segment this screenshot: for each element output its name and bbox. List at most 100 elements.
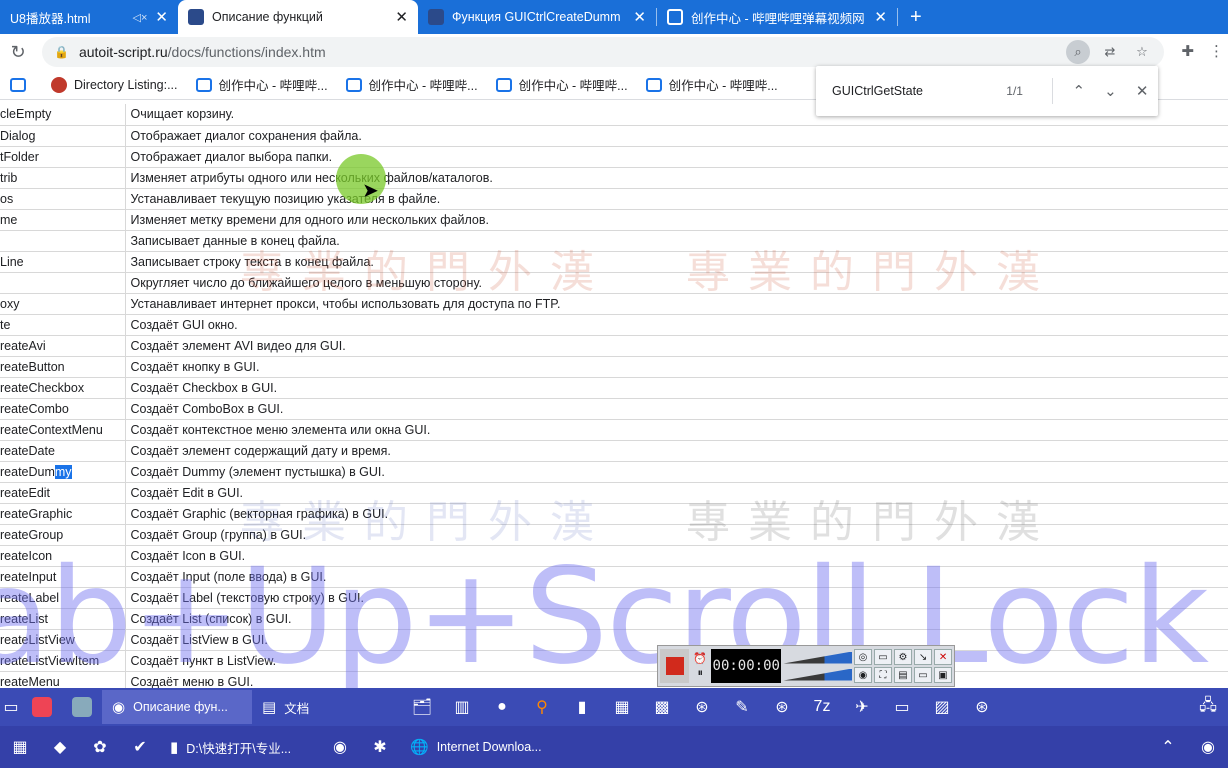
- star-icon[interactable]: ☆: [1130, 40, 1154, 64]
- function-name-cell[interactable]: oxy: [0, 293, 126, 315]
- translate-icon[interactable]: ⇄: [1098, 40, 1122, 64]
- chrome-icon[interactable]: ◉: [320, 728, 360, 766]
- function-name[interactable]: te: [0, 318, 10, 332]
- region-icon[interactable]: ◉: [854, 667, 873, 683]
- app-icon[interactable]: ▨: [922, 688, 962, 726]
- close-icon[interactable]: ✕: [934, 649, 953, 665]
- up-icon[interactable]: ⊛: [682, 688, 722, 726]
- app-icon[interactable]: ▩: [642, 688, 682, 726]
- screen-icon[interactable]: ▣: [934, 667, 953, 683]
- taskbar-chrome-window[interactable]: ◉ Описание фун...: [102, 690, 252, 724]
- function-name[interactable]: reateLabel: [0, 591, 59, 605]
- taskbar-idm-window[interactable]: 🌐 Internet Downloa...: [400, 730, 560, 764]
- bookmark-apps[interactable]: [10, 77, 33, 92]
- app-icon[interactable]: ✿: [80, 728, 120, 766]
- settings-icon[interactable]: ⚙: [894, 649, 913, 665]
- app-icon[interactable]: ✎: [722, 688, 762, 726]
- function-name-cell[interactable]: Dialog: [0, 125, 126, 147]
- chevron-up-icon[interactable]: ⌃: [1148, 728, 1188, 766]
- function-name[interactable]: me: [0, 213, 17, 227]
- function-name-cell[interactable]: me: [0, 209, 126, 231]
- app-icon[interactable]: 🗂: [402, 688, 442, 726]
- function-name[interactable]: reateListViewItem: [0, 654, 99, 668]
- function-name[interactable]: reateGroup: [0, 528, 63, 542]
- mute-icon[interactable]: ◁×: [133, 11, 148, 24]
- webcam-icon[interactable]: ◎: [854, 649, 873, 665]
- calendar-icon[interactable]: ▦: [0, 728, 40, 766]
- address-bar[interactable]: 🔒 autoit-script.ru/docs/functions/index.…: [42, 37, 1164, 67]
- function-name-cell[interactable]: Line: [0, 251, 126, 273]
- close-icon[interactable]: ✕: [633, 8, 646, 26]
- bookmark-directory-listing[interactable]: Directory Listing:...: [51, 76, 178, 93]
- function-name[interactable]: reateDum: [0, 465, 55, 479]
- close-icon[interactable]: ✕: [395, 8, 408, 26]
- function-name[interactable]: reateList: [0, 612, 48, 626]
- bookmark-creator-4[interactable]: 创作中心 - 哔哩哔...: [645, 75, 778, 94]
- lock-icon[interactable]: 🔒: [54, 45, 69, 59]
- function-name[interactable]: reateButton: [0, 360, 65, 374]
- function-name-cell[interactable]: reateEdit: [0, 482, 126, 504]
- find-prev-icon[interactable]: ⌃: [1063, 82, 1095, 100]
- fullscreen-icon[interactable]: ⛶: [874, 667, 893, 683]
- function-name[interactable]: reateMenu: [0, 675, 60, 689]
- record-icon[interactable]: ◉: [1188, 728, 1228, 766]
- function-name-cell[interactable]: reateDate: [0, 440, 126, 462]
- app-icon[interactable]: ▦: [602, 688, 642, 726]
- function-name[interactable]: reateListView: [0, 633, 75, 647]
- function-name[interactable]: reateCombo: [0, 402, 69, 416]
- app-icon[interactable]: ✈: [842, 688, 882, 726]
- tab-guictrlcreatedummy[interactable]: Функция GUICtrlCreateDumm ✕: [418, 0, 656, 34]
- function-name[interactable]: reateAvi: [0, 339, 46, 353]
- function-name-cell[interactable]: reateContextMenu: [0, 419, 126, 441]
- function-name-cell[interactable]: tFolder: [0, 146, 126, 168]
- app-icon[interactable]: ▭: [882, 688, 922, 726]
- function-name-cell[interactable]: reateIcon: [0, 545, 126, 567]
- close-icon[interactable]: ✕: [874, 8, 887, 26]
- function-name[interactable]: reateGraphic: [0, 507, 72, 521]
- function-name-cell[interactable]: reateDummy: [0, 461, 126, 483]
- taskbar-doc-window[interactable]: ▤ 文档: [252, 690, 402, 724]
- app-icon[interactable]: ✱: [360, 728, 400, 766]
- function-name-cell[interactable]: reateGroup: [0, 524, 126, 546]
- function-name-cell[interactable]: [0, 230, 126, 252]
- function-name-cell[interactable]: [0, 272, 126, 294]
- app-icon[interactable]: [22, 688, 62, 726]
- function-name-cell[interactable]: os: [0, 188, 126, 210]
- up-icon[interactable]: ⊛: [762, 688, 802, 726]
- speaker-level[interactable]: [783, 651, 853, 664]
- up-icon[interactable]: ⊛: [962, 688, 1002, 726]
- extensions-icon[interactable]: ✚: [1181, 42, 1194, 60]
- function-name[interactable]: reateCheckbox: [0, 381, 84, 395]
- function-name[interactable]: cleEmpty: [0, 107, 51, 121]
- function-name[interactable]: Line: [0, 255, 24, 269]
- mic-level[interactable]: [783, 668, 853, 681]
- tab-u8-player[interactable]: U8播放器.html ◁× ✕: [0, 0, 178, 34]
- function-name-cell[interactable]: reateAvi: [0, 335, 126, 357]
- function-name[interactable]: os: [0, 192, 13, 206]
- function-name-cell[interactable]: trib: [0, 167, 126, 189]
- reload-icon[interactable]: ↻: [0, 42, 36, 63]
- app-icon[interactable]: ◆: [40, 728, 80, 766]
- function-name-cell[interactable]: reateCheckbox: [0, 377, 126, 399]
- zoom-icon[interactable]: ⌕: [1066, 40, 1090, 64]
- pause-icon[interactable]: ⏸: [697, 667, 703, 680]
- bookmark-creator-3[interactable]: 创作中心 - 哔哩哔...: [495, 75, 628, 94]
- function-name-cell[interactable]: reateLabel: [0, 587, 126, 609]
- function-name-cell[interactable]: reateList: [0, 608, 126, 630]
- search-icon[interactable]: ⚲: [522, 688, 562, 726]
- bookmark-creator-1[interactable]: 创作中心 - 哔哩哔...: [195, 75, 328, 94]
- function-name[interactable]: reateInput: [0, 570, 56, 584]
- function-name[interactable]: Dialog: [0, 129, 35, 143]
- 7zip-icon[interactable]: 7z: [802, 688, 842, 726]
- function-name-cell[interactable]: cleEmpty: [0, 104, 126, 126]
- folder-icon[interactable]: ▮: [562, 688, 602, 726]
- monitor-icon[interactable]: ▭: [914, 667, 933, 683]
- function-name-cell[interactable]: reateGraphic: [0, 503, 126, 525]
- app-icon[interactable]: ▥: [442, 688, 482, 726]
- menu-icon[interactable]: ⋮: [1209, 42, 1224, 60]
- function-name[interactable]: reateIcon: [0, 549, 52, 563]
- bookmark-creator-2[interactable]: 创作中心 - 哔哩哔...: [345, 75, 478, 94]
- app-icon[interactable]: ●: [482, 688, 522, 726]
- function-name[interactable]: reateEdit: [0, 486, 50, 500]
- alarm-icon[interactable]: ⏰: [693, 652, 707, 665]
